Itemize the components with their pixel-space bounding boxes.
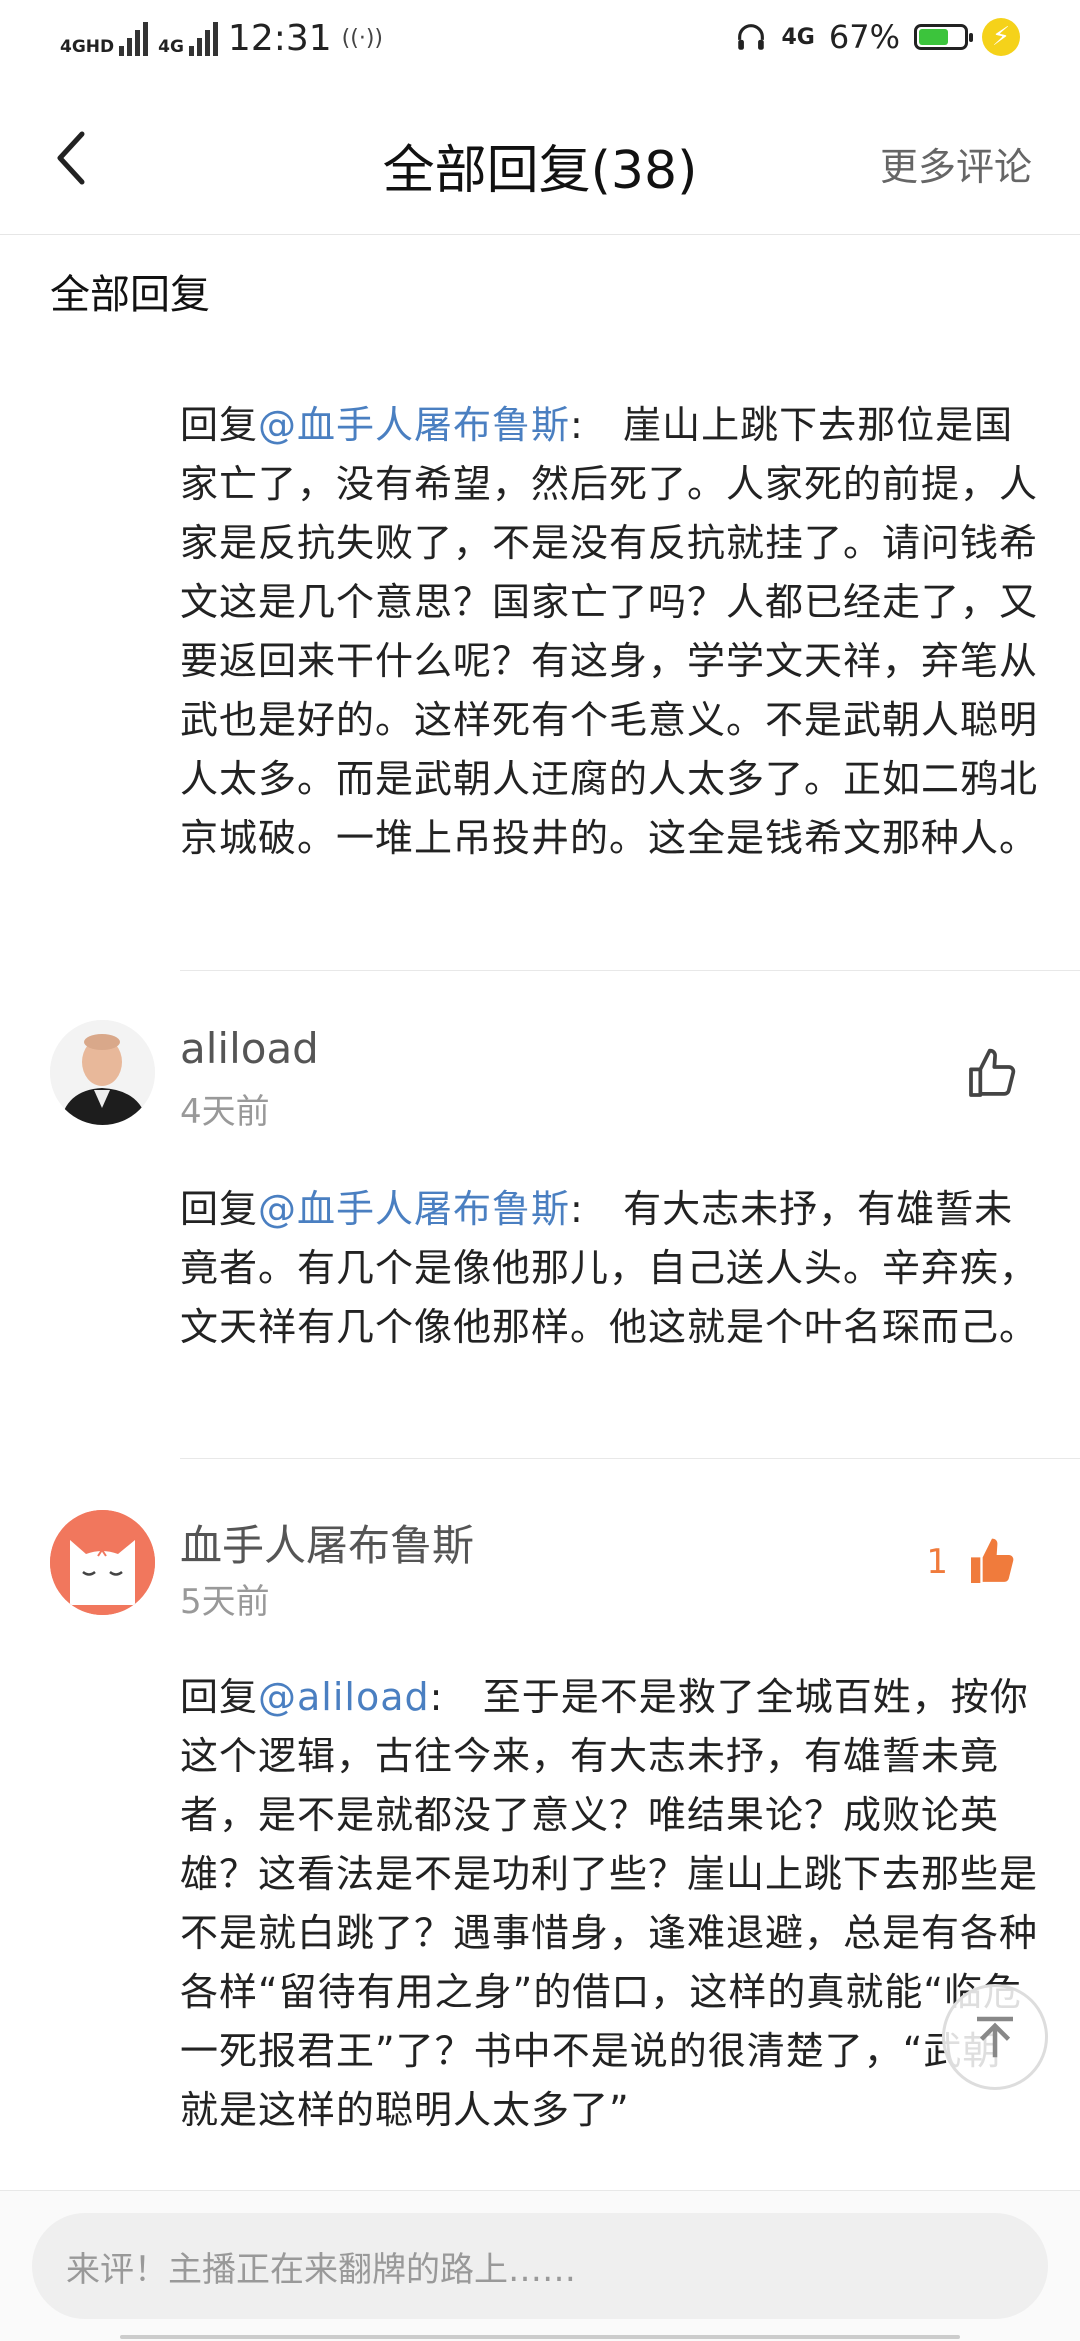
battery-percent: 67% (828, 18, 900, 56)
back-to-top-button[interactable] (942, 1984, 1048, 2090)
signal-icon: 4GHD (60, 21, 149, 57)
battery-icon (914, 24, 973, 50)
status-right: 4G 67% ⚡ (734, 18, 1020, 56)
username[interactable]: aliload (180, 1024, 319, 1073)
more-comments-link[interactable]: 更多评论 (880, 136, 1032, 191)
reply-separator: : (570, 1187, 584, 1231)
mention-link[interactable]: @aliload (258, 1675, 430, 1719)
thumbs-up-icon (971, 1538, 1014, 1583)
comment-text: 回复@血手人屠布鲁斯: 有大志未抒，有雄誓未竟者。有几个是像他那儿，自己送人头。… (180, 1180, 1040, 1357)
comment-time: 5天前 (180, 1582, 270, 1622)
divider (180, 970, 1080, 971)
like-button[interactable]: 1 (926, 1534, 1020, 1590)
headphones-icon (737, 24, 764, 50)
clock: 12:31 (227, 18, 332, 59)
header: 全部回复(38) 更多评论 (0, 84, 1080, 235)
reply-separator: : (570, 403, 584, 447)
status-bar: 4GHD 4G 12:31 ((·)) 4G 67% ⚡ (0, 0, 1080, 84)
arrow-up-icon (977, 2016, 1013, 2058)
reply-prefix: 回复 (180, 1675, 259, 1719)
wifi-calling-icon: ((·)) (341, 26, 383, 51)
comment-input[interactable]: 来评！主播正在来翻牌的路上…… (32, 2213, 1048, 2319)
avatar[interactable] (50, 1020, 155, 1125)
mention-link[interactable]: @血手人屠布鲁斯 (258, 1187, 570, 1231)
status-left: 4GHD 4G 12:31 ((·)) (60, 18, 383, 59)
section-title: 全部回复 (50, 272, 210, 318)
comment-text: 回复@血手人屠布鲁斯: 崖山上跳下去那位是国家亡了，没有希望，然后死了。人家死的… (180, 396, 1040, 868)
signal-icon-2: 4G (158, 21, 218, 57)
reply-prefix: 回复 (180, 1187, 259, 1231)
comment-text: 回复@aliload: 至于是不是救了全城百姓，按你这个逻辑，古往今来，有大志未… (180, 1668, 1040, 2140)
mention-link[interactable]: @血手人屠布鲁斯 (258, 403, 570, 447)
thumbs-up-icon (969, 1048, 1016, 1097)
network-label-3: 4G (781, 24, 815, 50)
reply-body: 崖山上跳下去那位是国家亡了，没有希望，然后死了。人家死的前提，人家是反抗失败了，… (180, 403, 1039, 860)
avatar[interactable] (50, 1510, 155, 1615)
network-label-2: 4G (158, 36, 184, 57)
divider (180, 1458, 1080, 1459)
reply-separator: : (429, 1675, 444, 1719)
like-count: 1 (926, 1542, 948, 1582)
charging-icon: ⚡ (982, 18, 1020, 56)
username[interactable]: 血手人屠布鲁斯 (180, 1512, 474, 1573)
like-button[interactable] (948, 1046, 1020, 1102)
gesture-bar (120, 2335, 960, 2339)
reply-prefix: 回复 (180, 403, 259, 447)
network-label: 4GHD (60, 36, 115, 57)
comment-input-bar: 来评！主播正在来翻牌的路上…… (0, 2190, 1080, 2341)
reply-body: 至于是不是救了全城百姓，按你这个逻辑，古往今来，有大志未抒，有雄誓未竟者，是不是… (180, 1675, 1039, 2132)
comment-time: 4天前 (180, 1092, 270, 1132)
